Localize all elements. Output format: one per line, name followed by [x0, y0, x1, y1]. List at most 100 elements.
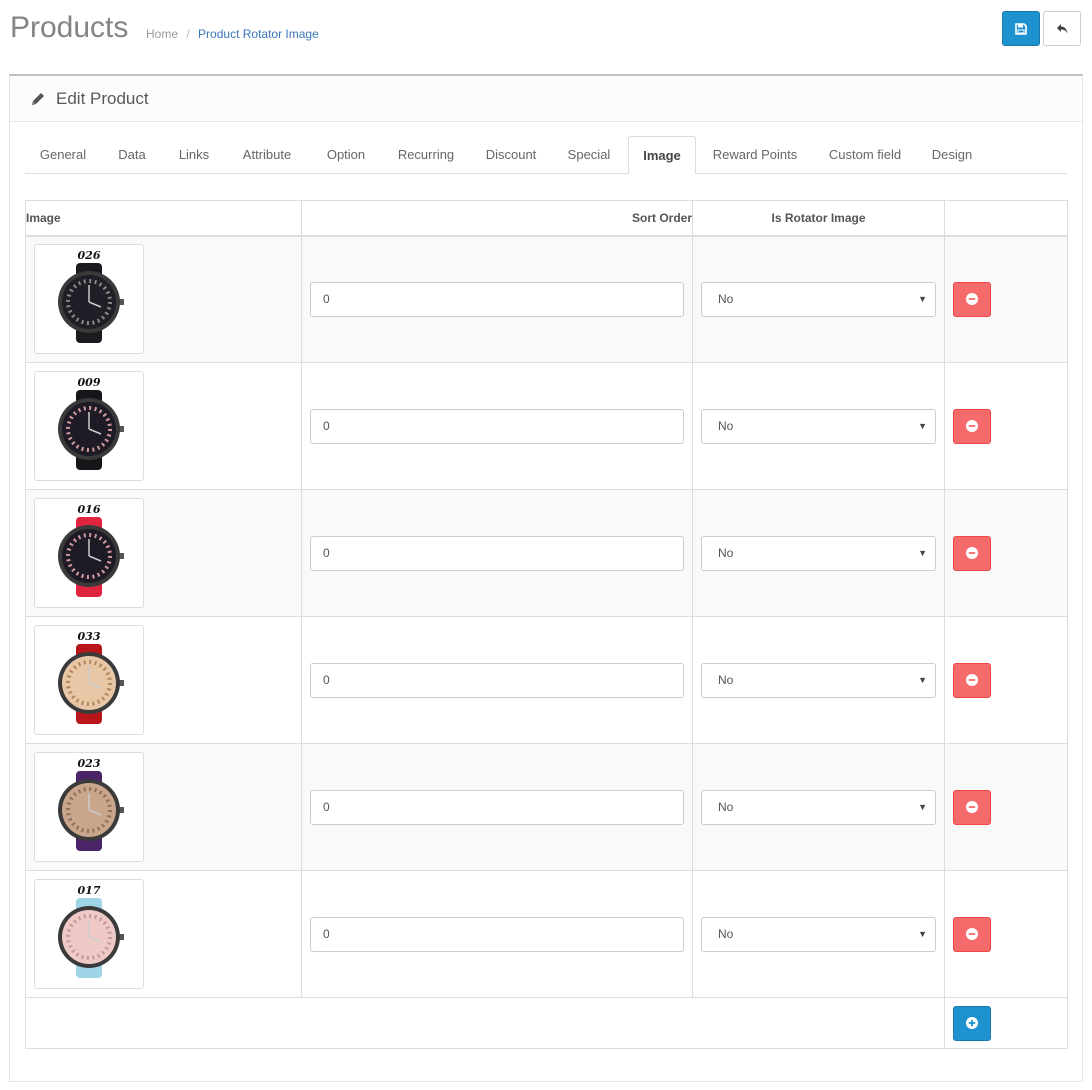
tab-recurring[interactable]: Recurring: [388, 136, 464, 174]
table-footer-row: [25, 997, 1068, 1049]
is-rotator-select[interactable]: No ▼: [701, 408, 936, 444]
tab-general[interactable]: General: [25, 136, 101, 174]
watch-image: 033: [58, 630, 124, 724]
rotator-cell: No ▼: [692, 362, 945, 490]
remove-image-button[interactable]: [953, 535, 991, 571]
column-header-actions: [944, 200, 1068, 237]
tab-design[interactable]: Design: [924, 136, 980, 174]
image-thumbnail[interactable]: 009: [34, 371, 144, 481]
sort-order-input[interactable]: 0: [310, 789, 684, 825]
watch-image: 017: [58, 884, 124, 978]
page-header: Products Home / Product Rotator Image: [0, 0, 1092, 60]
table-row: 009 0 No ▼: [25, 362, 1068, 490]
image-thumbnail[interactable]: 016: [34, 498, 144, 608]
image-cell: 023: [25, 743, 302, 871]
image-code-label: 033: [78, 630, 101, 643]
sort-order-cell: 0: [301, 235, 693, 363]
sort-order-input[interactable]: 0: [310, 535, 684, 571]
is-rotator-select[interactable]: No ▼: [701, 281, 936, 317]
remove-image-button[interactable]: [953, 662, 991, 698]
watch-image: 009: [58, 376, 124, 470]
table-row: 016 0 No ▼: [25, 489, 1068, 617]
rotator-cell: No ▼: [692, 870, 945, 998]
tab-attribute[interactable]: Attribute: [231, 136, 303, 174]
is-rotator-value: No: [718, 419, 734, 433]
image-code-label: 016: [78, 503, 101, 516]
tab-bar: General Data Links Attribute Option Recu…: [25, 136, 1067, 174]
image-cell: 017: [25, 870, 302, 998]
breadcrumb-home-link[interactable]: Home: [146, 27, 178, 41]
table-row: 023 0 No ▼: [25, 743, 1068, 871]
minus-circle-icon: [966, 547, 978, 559]
remove-image-button[interactable]: [953, 281, 991, 317]
edit-product-panel: Edit Product General Data Links Attribut…: [9, 74, 1083, 1082]
select-caret-icon: ▼: [918, 294, 927, 305]
breadcrumb-separator: /: [186, 27, 190, 41]
remove-image-button[interactable]: [953, 789, 991, 825]
reply-icon: [1056, 23, 1067, 33]
tab-image[interactable]: Image: [628, 136, 696, 174]
tab-special[interactable]: Special: [557, 136, 621, 174]
plus-circle-icon: [966, 1017, 978, 1029]
column-header-sort-order: Sort Order: [301, 200, 693, 237]
image-thumbnail[interactable]: 026: [34, 244, 144, 355]
column-header-is-rotator: Is Rotator Image: [692, 200, 945, 237]
watch-image: 026: [58, 249, 124, 344]
action-cell: [944, 616, 1068, 744]
is-rotator-value: No: [718, 546, 734, 560]
watch-image: 016: [58, 503, 124, 597]
sort-order-cell: 0: [301, 743, 693, 871]
footer-spacer: [25, 997, 945, 1049]
image-code-label: 017: [78, 884, 101, 897]
sort-order-input[interactable]: 0: [310, 408, 684, 444]
select-caret-icon: ▼: [918, 675, 927, 685]
tab-option[interactable]: Option: [318, 136, 374, 174]
tab-data[interactable]: Data: [109, 136, 155, 174]
image-thumbnail[interactable]: 033: [34, 625, 144, 735]
minus-circle-icon: [966, 674, 978, 686]
action-cell: [944, 743, 1068, 871]
back-button[interactable]: [1043, 11, 1081, 46]
action-cell: [944, 362, 1068, 490]
remove-image-button[interactable]: [953, 916, 991, 952]
tab-reward-points[interactable]: Reward Points: [711, 136, 799, 174]
image-cell: 016: [25, 489, 302, 617]
image-cell: 033: [25, 616, 302, 744]
action-cell: [944, 489, 1068, 617]
rotator-cell: No ▼: [692, 743, 945, 871]
sort-order-cell: 0: [301, 616, 693, 744]
sort-order-cell: 0: [301, 870, 693, 998]
column-header-image: Image: [25, 200, 302, 237]
tab-links[interactable]: Links: [170, 136, 218, 174]
panel-heading: Edit Product: [10, 76, 1082, 122]
action-cell: [944, 235, 1068, 363]
page-title: Products: [10, 11, 129, 44]
tab-discount[interactable]: Discount: [479, 136, 543, 174]
is-rotator-value: No: [718, 292, 734, 307]
is-rotator-select[interactable]: No ▼: [701, 535, 936, 571]
minus-circle-icon: [966, 928, 978, 940]
sort-order-cell: 0: [301, 489, 693, 617]
image-code-label: 009: [78, 376, 101, 389]
image-code-label: 026: [78, 249, 101, 262]
sort-order-input[interactable]: 0: [310, 662, 684, 698]
image-thumbnail[interactable]: 017: [34, 879, 144, 989]
select-caret-icon: ▼: [918, 929, 927, 939]
tab-custom-field[interactable]: Custom field: [825, 136, 905, 174]
breadcrumb-current-link[interactable]: Product Rotator Image: [198, 27, 319, 41]
sort-order-input[interactable]: 0: [310, 281, 684, 317]
is-rotator-select[interactable]: No ▼: [701, 916, 936, 952]
add-image-button[interactable]: [953, 1005, 991, 1041]
is-rotator-select[interactable]: No ▼: [701, 662, 936, 698]
watch-image: 023: [58, 757, 124, 851]
minus-circle-icon: [966, 420, 978, 432]
rotator-cell: No ▼: [692, 616, 945, 744]
table-row: 017 0 No ▼: [25, 870, 1068, 998]
image-thumbnail[interactable]: 023: [34, 752, 144, 862]
footer-action-cell: [944, 997, 1068, 1049]
is-rotator-select[interactable]: No ▼: [701, 789, 936, 825]
select-caret-icon: ▼: [918, 802, 927, 812]
save-button[interactable]: [1002, 11, 1040, 46]
sort-order-input[interactable]: 0: [310, 916, 684, 952]
remove-image-button[interactable]: [953, 408, 991, 444]
